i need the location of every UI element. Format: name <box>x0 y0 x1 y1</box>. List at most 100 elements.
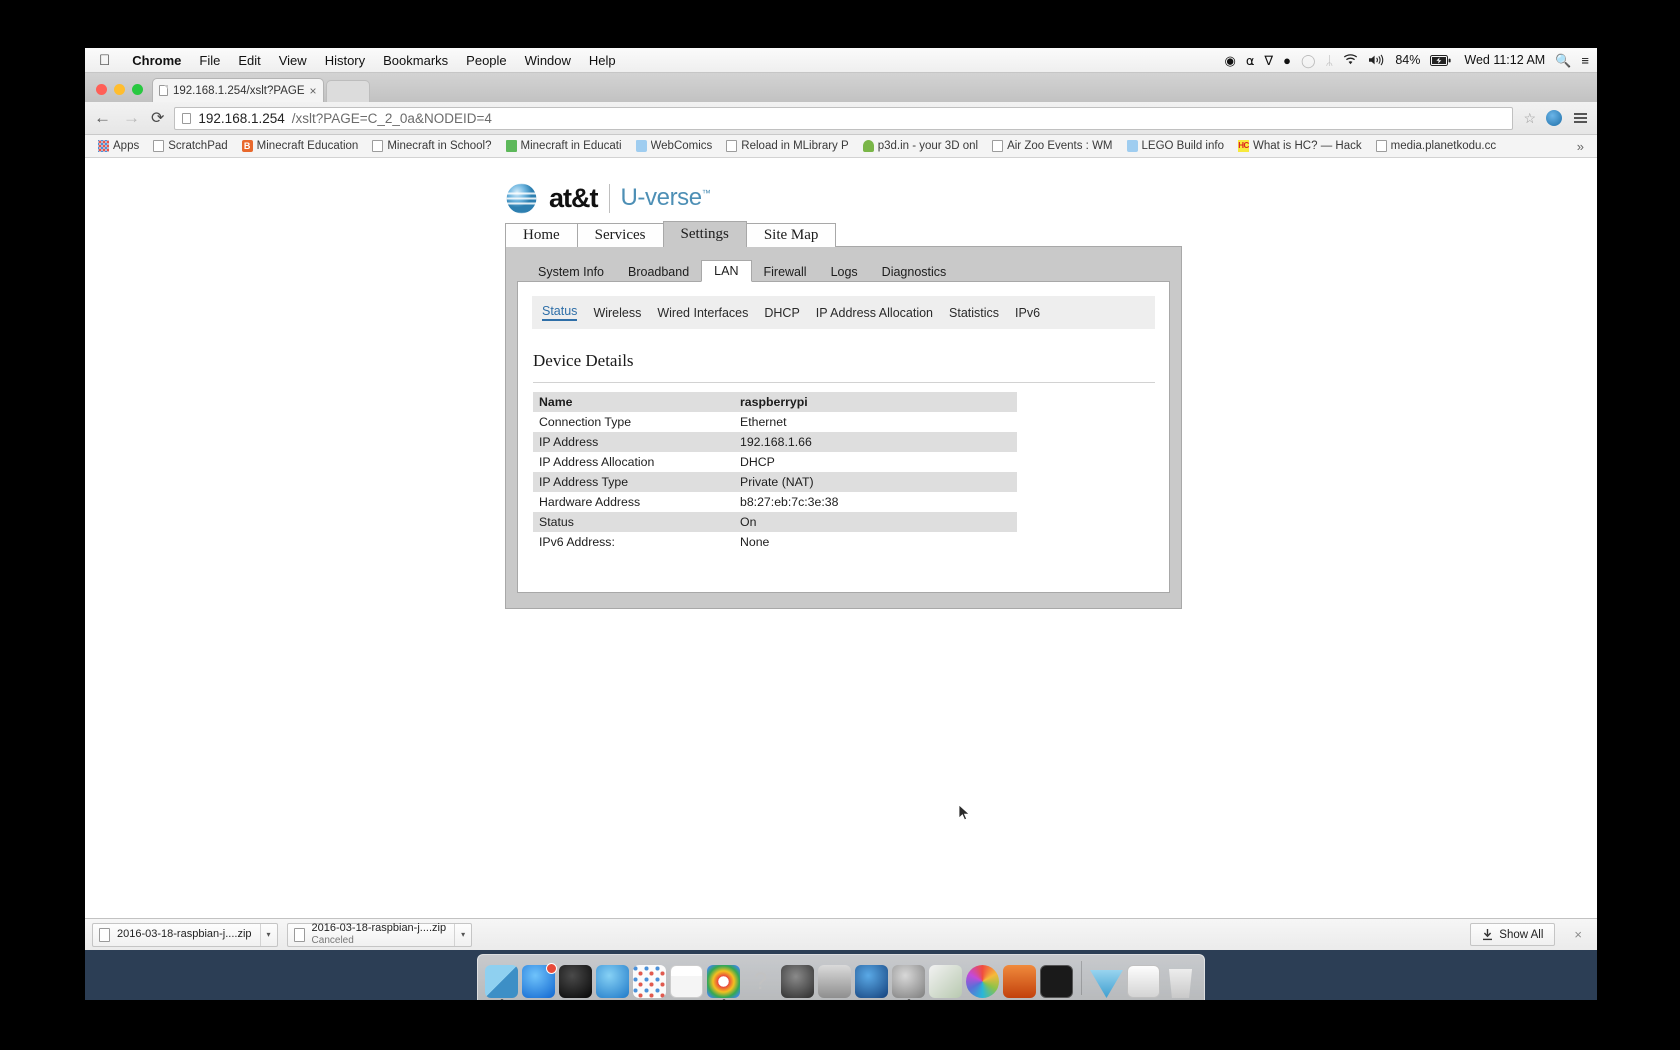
firefox-icon[interactable] <box>1003 965 1036 998</box>
wifi-icon[interactable] <box>1343 54 1358 66</box>
page-icon <box>1375 140 1387 152</box>
airplay-icon[interactable]: ∇ <box>1264 54 1273 67</box>
bookmark-p3d-in[interactable]: p3d.in - your 3D onl <box>856 140 985 152</box>
forward-button[interactable]: → <box>122 108 141 128</box>
row-value: Ethernet <box>740 415 787 429</box>
documents-stack-icon[interactable] <box>1127 965 1160 998</box>
bookmarks-bar: Apps ScratchPad B Minecraft Education Mi… <box>85 135 1597 158</box>
tab-site-map[interactable]: Site Map <box>745 223 837 247</box>
bookmark-minecraft-education[interactable]: B Minecraft Education <box>235 140 366 152</box>
system-preferences-icon[interactable] <box>892 965 925 1000</box>
menu-item-people[interactable]: People <box>457 53 515 68</box>
reload-button[interactable]: ⟳ <box>151 108 164 128</box>
bookmark-air-zoo-events[interactable]: Air Zoo Events : WM <box>985 140 1119 152</box>
page-info-icon[interactable] <box>182 112 192 124</box>
nav-dhcp[interactable]: DHCP <box>764 306 799 320</box>
subtab-diagnostics[interactable]: Diagnostics <box>870 262 959 282</box>
browser-tab-active[interactable]: 192.168.1.254/xslt?PAGE × <box>152 78 324 102</box>
menu-item-window[interactable]: Window <box>516 53 580 68</box>
subtab-firewall[interactable]: Firewall <box>752 262 819 282</box>
tab-services[interactable]: Services <box>576 223 664 247</box>
menu-item-help[interactable]: Help <box>580 53 625 68</box>
menu-item-chrome[interactable]: Chrome <box>123 53 190 68</box>
search-icon[interactable]: 🔍 <box>1555 54 1571 67</box>
minimize-window-button[interactable] <box>114 84 125 95</box>
notification-center-icon[interactable]: ≡ <box>1581 54 1589 67</box>
dashboard-icon[interactable] <box>559 965 592 998</box>
extension-icon[interactable] <box>1546 110 1562 126</box>
app-store-icon[interactable] <box>522 963 557 998</box>
subtab-broadband[interactable]: Broadband <box>616 262 701 282</box>
messages-icon[interactable]: ◯ <box>1301 54 1316 67</box>
help-icon[interactable]: ? <box>744 965 777 998</box>
address-bar[interactable]: 192.168.1.254/xslt?PAGE=C_2_0a&NODEID=4 <box>174 106 1514 130</box>
menu-item-edit[interactable]: Edit <box>229 53 269 68</box>
headphones-icon[interactable]: ⍺ <box>1246 54 1255 67</box>
main-tab-bar: Home Services Settings Site Map <box>505 221 1597 247</box>
screen-record-icon[interactable]: ◉ <box>1224 54 1235 67</box>
bookmark-apps[interactable]: Apps <box>91 140 146 152</box>
zoom-window-button[interactable] <box>132 84 143 95</box>
bookmark-reload-in-mlibrary[interactable]: Reload in MLibrary P <box>719 140 855 152</box>
imovie-icon[interactable] <box>781 965 814 998</box>
photo-booth-icon[interactable] <box>818 965 851 998</box>
tab-home[interactable]: Home <box>505 223 578 247</box>
show-all-downloads-button[interactable]: Show All <box>1470 923 1556 946</box>
preview-icon[interactable] <box>929 965 962 998</box>
menu-item-history[interactable]: History <box>316 53 374 68</box>
bookmark-label: Minecraft Education <box>256 140 359 152</box>
new-tab-button[interactable] <box>325 80 370 102</box>
bookmark-minecraft-in-school[interactable]: Minecraft in School? <box>365 140 498 152</box>
nav-ipv6[interactable]: IPv6 <box>1015 306 1040 320</box>
bluetooth-icon[interactable]: ᛦ <box>1326 54 1334 67</box>
nav-wireless[interactable]: Wireless <box>593 306 641 320</box>
bookmark-label: p3d.in - your 3D onl <box>877 140 979 152</box>
menu-item-view[interactable]: View <box>270 53 316 68</box>
bookmark-minecraft-in-educati[interactable]: Minecraft in Educati <box>499 140 629 152</box>
bookmarks-overflow-button[interactable]: » <box>1570 139 1591 154</box>
nav-status[interactable]: Status <box>542 304 578 321</box>
bookmark-lego-build-info[interactable]: LEGO Build info <box>1120 140 1231 152</box>
bookmark-star-icon[interactable]: ☆ <box>1523 110 1536 127</box>
safari-icon[interactable] <box>596 965 629 998</box>
subtab-system-info[interactable]: System Info <box>526 262 616 282</box>
calendar-icon[interactable] <box>670 965 703 998</box>
tab-settings[interactable]: Settings <box>662 221 747 247</box>
chrome-icon[interactable] <box>707 965 740 1000</box>
menu-item-bookmarks[interactable]: Bookmarks <box>374 53 457 68</box>
photos-icon[interactable] <box>966 965 999 998</box>
download-item-2[interactable]: 2016-03-18-raspbian-j....zip Canceled ▾ <box>286 922 473 947</box>
bookmark-media-planetkodu[interactable]: media.planetkodu.cc <box>1369 140 1503 152</box>
hangouts-icon[interactable]: ● <box>1283 54 1291 67</box>
volume-icon[interactable] <box>1368 54 1385 66</box>
finder-icon[interactable] <box>485 965 518 1000</box>
bookmark-what-is-hc[interactable]: HC What is HC? — Hack <box>1231 140 1369 152</box>
bookmark-webcomics[interactable]: WebComics <box>629 140 720 152</box>
nav-wired-interfaces[interactable]: Wired Interfaces <box>657 306 748 320</box>
launchpad-icon[interactable] <box>633 965 666 998</box>
nav-statistics[interactable]: Statistics <box>949 306 999 320</box>
close-icon[interactable]: × <box>310 84 317 98</box>
subtab-logs[interactable]: Logs <box>819 262 870 282</box>
menu-item-file[interactable]: File <box>190 53 229 68</box>
row-value: Private (NAT) <box>733 472 1017 492</box>
battery-charging-icon[interactable] <box>1430 54 1452 66</box>
bookmark-scratchpad[interactable]: ScratchPad <box>146 140 234 152</box>
downloads-stack-icon[interactable] <box>1090 969 1123 998</box>
quicktime-icon[interactable] <box>855 965 888 998</box>
trash-icon[interactable] <box>1168 968 1193 998</box>
close-window-button[interactable] <box>96 84 107 95</box>
bookmark-label: Minecraft in Educati <box>520 140 622 152</box>
terminal-icon[interactable] <box>1040 965 1073 998</box>
download-item-1[interactable]: 2016-03-18-raspbian-j....zip ▾ <box>92 922 278 947</box>
chevron-down-icon[interactable]: ▾ <box>259 923 277 946</box>
router-admin-page: at&t U-verse™ Home Services Settings Sit… <box>85 159 1597 610</box>
apple-menu-icon[interactable]:  <box>99 53 110 68</box>
nav-ip-address-allocation[interactable]: IP Address Allocation <box>816 306 933 320</box>
back-button[interactable]: ← <box>93 108 112 128</box>
subtab-lan[interactable]: LAN <box>701 260 752 282</box>
close-downloads-bar-button[interactable]: × <box>1564 927 1590 942</box>
chrome-menu-icon[interactable] <box>1572 113 1589 123</box>
url-host: 192.168.1.254 <box>198 110 285 126</box>
chevron-down-icon[interactable]: ▾ <box>454 923 471 946</box>
